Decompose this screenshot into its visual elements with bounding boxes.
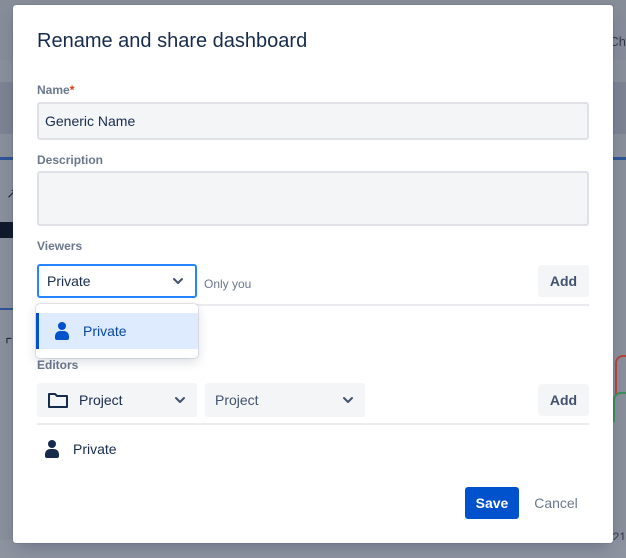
background-divider-short: [0, 308, 14, 310]
editors-label: Editors: [37, 358, 79, 372]
name-label-text: Name: [37, 83, 70, 97]
editors-type-select[interactable]: Project: [37, 383, 197, 417]
description-input[interactable]: [37, 171, 589, 226]
background-expand-icon: ⌜: [5, 337, 13, 354]
share-dashboard-dialog: Rename and share dashboard Name* Generic…: [13, 5, 613, 543]
editors-project-value: Project: [215, 392, 259, 408]
description-label: Description: [37, 153, 104, 167]
background-bar: [0, 222, 14, 238]
add-editor-button[interactable]: Add: [538, 384, 589, 416]
dropdown-option-label: Private: [83, 323, 127, 339]
required-marker: *: [69, 83, 75, 97]
editors-entry: Private: [45, 439, 117, 459]
viewers-dropdown-menu: Private: [36, 304, 198, 358]
editors-entry-label: Private: [73, 441, 117, 457]
name-input-value: Generic Name: [45, 113, 136, 129]
viewers-select[interactable]: Private: [37, 264, 197, 298]
editors-type-value: Project: [79, 392, 123, 408]
add-viewer-button[interactable]: Add: [538, 265, 589, 297]
viewers-select-value: Private: [47, 273, 91, 289]
chevron-down-icon: [343, 397, 353, 403]
viewers-hint: Only you: [204, 277, 252, 291]
editors-project-select[interactable]: Project: [205, 383, 365, 417]
viewers-label: Viewers: [37, 239, 83, 253]
save-button[interactable]: Save: [465, 487, 519, 519]
name-input[interactable]: Generic Name: [37, 102, 589, 140]
person-icon: [55, 322, 69, 340]
editors-separator: [37, 423, 589, 425]
background-chart-line-red: [615, 355, 626, 395]
chevron-down-icon: [175, 397, 185, 403]
background-chart-line-green: [613, 392, 626, 422]
dropdown-option-private[interactable]: Private: [36, 313, 198, 349]
chevron-down-icon: [173, 278, 183, 284]
dialog-title: Rename and share dashboard: [37, 30, 308, 52]
folder-icon: [48, 393, 68, 408]
cancel-button[interactable]: Cancel: [525, 487, 587, 519]
name-label: Name*: [37, 83, 74, 97]
person-icon: [45, 440, 59, 458]
